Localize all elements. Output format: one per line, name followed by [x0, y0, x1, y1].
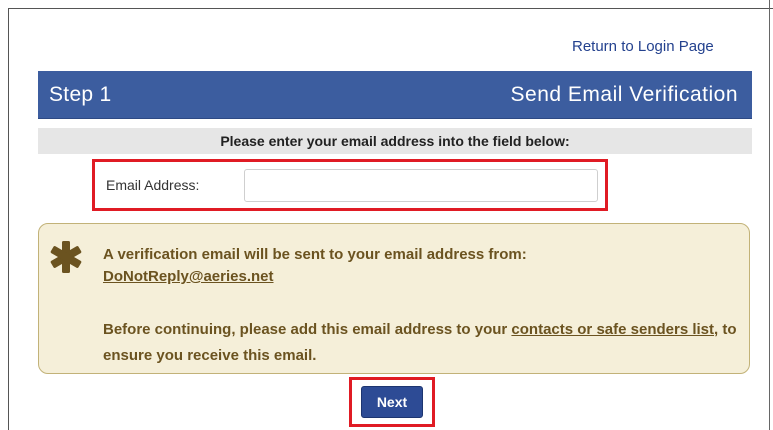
- sender-address: DoNotReply@aeries.net: [103, 268, 274, 285]
- notice-paragraph: Before continuing, please add this email…: [103, 317, 743, 369]
- notice-line: A verification email will be sent to you…: [103, 246, 527, 263]
- step-number: Step 1: [49, 82, 112, 106]
- step-header: Step 1 Send Email Verification: [38, 71, 752, 119]
- email-field-highlight: Email Address:: [92, 159, 608, 211]
- verification-notice: A verification email will be sent to you…: [38, 223, 750, 374]
- notice-text-before: Before continuing, please add this email…: [103, 321, 512, 338]
- step-title: Send Email Verification: [510, 82, 738, 106]
- email-label: Email Address:: [106, 177, 200, 193]
- email-input[interactable]: [244, 168, 598, 202]
- next-button-highlight: Next: [349, 377, 435, 427]
- instruction-text: Please enter your email address into the…: [38, 128, 752, 154]
- window-edge: [769, 0, 770, 430]
- return-to-login-link[interactable]: Return to Login Page: [572, 38, 714, 55]
- next-button[interactable]: Next: [361, 386, 423, 418]
- safe-senders-link[interactable]: contacts or safe senders list: [511, 321, 714, 338]
- asterisk-icon: [50, 241, 82, 273]
